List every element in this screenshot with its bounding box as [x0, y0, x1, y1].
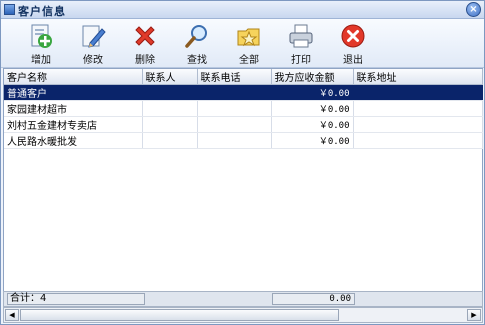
col-header-amount[interactable]: 我方应收金额 — [271, 69, 354, 85]
close-icon[interactable]: × — [466, 2, 481, 17]
cell-contact — [142, 116, 198, 133]
col-header-contact[interactable]: 联系人 — [142, 69, 198, 85]
cell-name: 普通客户 — [4, 84, 143, 101]
record-count: 合计：4 — [7, 293, 145, 305]
col-header-name[interactable]: 客户名称 — [4, 69, 143, 85]
cell-amount: ￥0.00 — [271, 132, 354, 149]
scroll-thumb[interactable] — [20, 309, 339, 321]
add-button[interactable]: 增加 — [19, 21, 63, 66]
cell-address — [353, 100, 483, 117]
exit-button[interactable]: 退出 — [331, 21, 375, 66]
table-row[interactable]: 人民路水暖批发 ￥0.00 — [4, 132, 483, 149]
all-button[interactable]: 全部 — [227, 21, 271, 66]
customer-grid[interactable]: 客户名称 联系人 联系电话 我方应收金额 联系地址 普通客户 ￥0.00 家园建… — [3, 68, 483, 292]
window-icon — [4, 4, 15, 15]
printer-icon — [289, 24, 313, 48]
cell-phone — [197, 84, 272, 101]
cell-name: 人民路水暖批发 — [4, 132, 143, 149]
toolbar: 增加 修改 删除 查找 全部 打印 退出 — [1, 19, 484, 68]
cell-name: 家园建材超市 — [4, 100, 143, 117]
cell-address — [353, 132, 483, 149]
cell-phone — [197, 100, 272, 117]
cell-amount: ￥0.00 — [271, 84, 354, 101]
customer-info-window: 客户信息 × 增加 修改 删除 查找 全部 打印 退出 客户名称 联系人 联系电… — [0, 0, 485, 325]
search-button[interactable]: 查找 — [175, 21, 219, 66]
cell-name: 刘村五金建材专卖店 — [4, 116, 143, 133]
amount-total: 0.00 — [272, 293, 355, 305]
all-label: 全部 — [239, 55, 259, 66]
search-label: 查找 — [187, 55, 207, 66]
col-header-address[interactable]: 联系地址 — [353, 69, 483, 85]
customer-table: 客户名称 联系人 联系电话 我方应收金额 联系地址 普通客户 ￥0.00 家园建… — [4, 69, 483, 149]
cell-address — [353, 116, 483, 133]
cell-phone — [197, 132, 272, 149]
delete-label: 删除 — [135, 55, 155, 66]
scroll-left-icon[interactable]: ◀ — [5, 309, 19, 321]
cell-address — [353, 84, 483, 101]
edit-button[interactable]: 修改 — [71, 21, 115, 66]
cell-amount: ￥0.00 — [271, 116, 354, 133]
table-row[interactable]: 普通客户 ￥0.00 — [4, 84, 483, 101]
add-user-icon — [31, 24, 52, 48]
summary-bar: 合计：4 0.00 — [3, 291, 483, 307]
table-row[interactable]: 刘村五金建材专卖店 ￥0.00 — [4, 116, 483, 133]
exit-label: 退出 — [343, 55, 363, 66]
cell-amount: ￥0.00 — [271, 100, 354, 117]
cell-contact — [142, 132, 198, 149]
horizontal-scrollbar[interactable]: ◀ ▶ — [3, 307, 483, 323]
folder-star-icon — [237, 28, 260, 47]
cell-contact — [142, 84, 198, 101]
magnifier-icon — [185, 25, 207, 48]
col-header-phone[interactable]: 联系电话 — [197, 69, 272, 85]
window-title: 客户信息 — [18, 5, 66, 18]
title-bar: 客户信息 × — [1, 1, 484, 19]
cell-phone — [197, 116, 272, 133]
add-label: 增加 — [31, 55, 51, 66]
edit-label: 修改 — [83, 55, 103, 66]
print-button[interactable]: 打印 — [279, 21, 323, 66]
table-row[interactable]: 家园建材超市 ￥0.00 — [4, 100, 483, 117]
edit-pencil-icon — [82, 25, 106, 48]
scroll-right-icon[interactable]: ▶ — [467, 309, 481, 321]
header-row: 客户名称 联系人 联系电话 我方应收金额 联系地址 — [4, 69, 483, 85]
delete-x-icon — [135, 26, 155, 46]
print-label: 打印 — [291, 55, 311, 66]
delete-button[interactable]: 删除 — [123, 21, 167, 66]
exit-icon — [341, 24, 365, 48]
cell-contact — [142, 100, 198, 117]
